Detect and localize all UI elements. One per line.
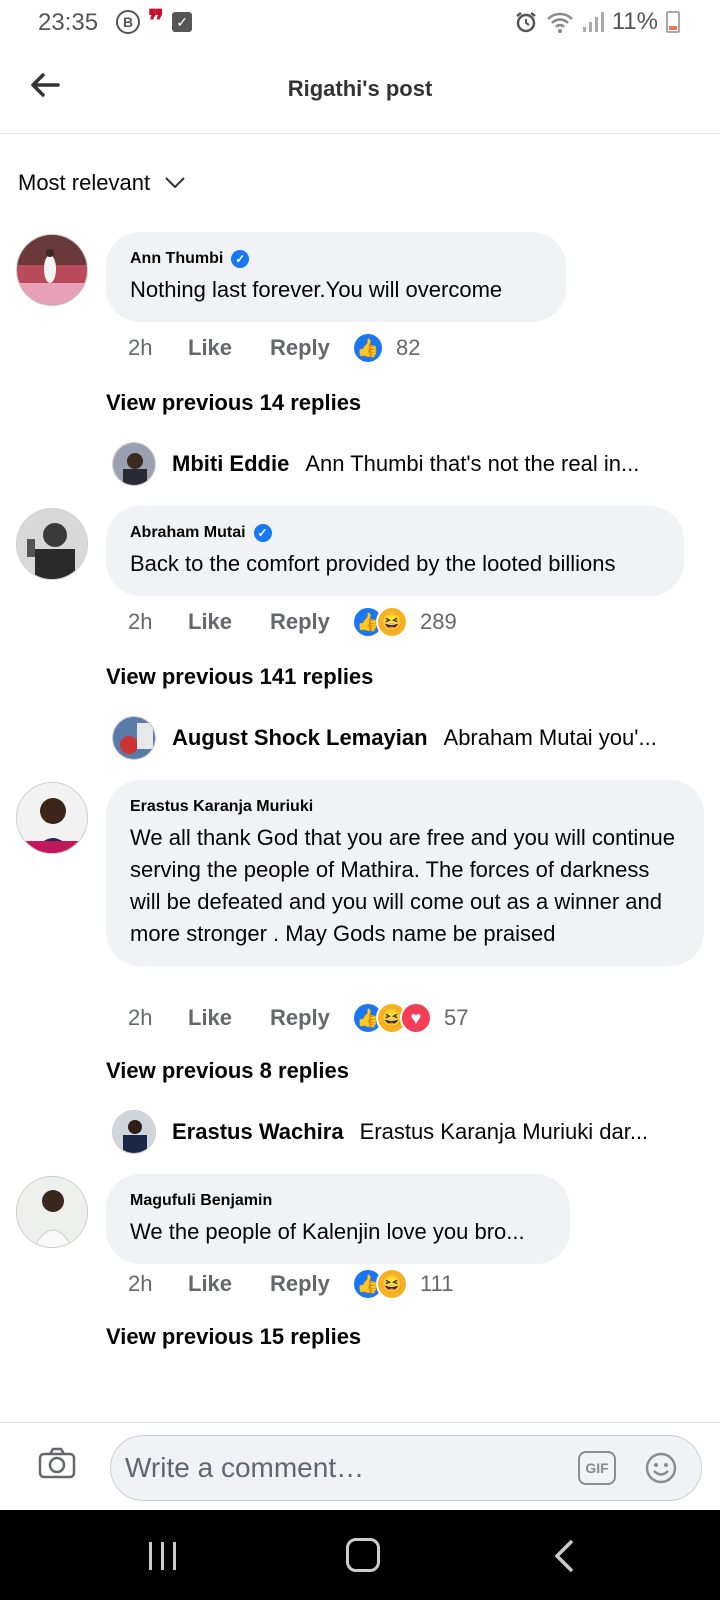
comment-author[interactable]: Abraham Mutai ✓ <box>130 524 662 542</box>
avatar[interactable] <box>16 1176 88 1248</box>
comment-bubble[interactable]: Erastus Karanja Muriuki We all thank God… <box>106 780 704 966</box>
haha-reaction-icon: 😆 <box>376 606 408 638</box>
status-bar: 23:35 B ❞ ✓ 11% <box>0 0 720 46</box>
reply-button[interactable]: Reply <box>270 609 352 635</box>
love-reaction-icon: ♥ <box>400 1002 432 1034</box>
reply-preview[interactable]: August Shock Lemayian Abraham Mutai you'… <box>112 716 672 760</box>
reply-author: Mbiti Eddie <box>172 451 290 476</box>
reply-preview[interactable]: Erastus Wachira Erastus Karanja Muriuki … <box>112 1110 672 1154</box>
status-time: 23:35 <box>38 9 99 36</box>
comment-author[interactable]: Ann Thumbi ✓ <box>130 250 544 268</box>
like-button[interactable]: Like <box>188 609 270 635</box>
reply-button[interactable]: Reply <box>270 1271 352 1297</box>
comment-author[interactable]: Magufuli Benjamin <box>130 1192 548 1210</box>
reaction-count: 82 <box>396 335 421 360</box>
comment-text: Nothing last forever.You will overcome <box>130 277 503 302</box>
reaction-count: 111 <box>420 1271 454 1296</box>
reply-text: Ann Thumbi that's not the real in... <box>305 451 640 476</box>
haha-reaction-icon: 😆 <box>376 1268 408 1300</box>
recent-apps-icon[interactable] <box>146 1540 180 1572</box>
like-button[interactable]: Like <box>188 1271 270 1297</box>
comment-bubble[interactable]: Abraham Mutai ✓ Back to the comfort prov… <box>106 506 684 596</box>
comment-time[interactable]: 2h <box>128 1271 188 1297</box>
comment-bubble[interactable]: Magufuli Benjamin We the people of Kalen… <box>106 1174 570 1264</box>
avatar[interactable] <box>16 508 88 580</box>
reactions-summary[interactable]: 👍 82 <box>352 332 420 364</box>
reply-preview[interactable]: Mbiti Eddie Ann Thumbi that's not the re… <box>112 442 672 486</box>
notification-icons: B ❞ ✓ <box>116 4 193 39</box>
camera-icon[interactable] <box>38 1447 76 1479</box>
reactions-summary[interactable]: 👍 😆 111 <box>352 1268 453 1300</box>
battery-percent: 11% <box>611 8 658 35</box>
emoji-icon[interactable] <box>644 1451 678 1485</box>
reply-text: Erastus Karanja Muriuki dar... <box>359 1119 649 1144</box>
alarm-icon <box>515 12 536 33</box>
comment-actions: 2h Like Reply 👍 82 <box>128 332 420 364</box>
verified-badge-icon: ✓ <box>253 524 272 542</box>
avatar[interactable] <box>16 782 88 854</box>
gif-button[interactable]: GIF <box>578 1451 616 1485</box>
quote-notification-icon: ❞ <box>148 4 165 39</box>
battery-icon <box>666 11 680 33</box>
avatar[interactable] <box>112 442 156 486</box>
comment-actions: 2h Like Reply 👍 😆 289 <box>128 606 457 638</box>
nav-back-icon[interactable] <box>552 1538 576 1574</box>
verified-badge-icon: ✓ <box>231 250 250 268</box>
reply-text: Abraham Mutai you'... <box>443 725 657 750</box>
avatar[interactable] <box>16 234 88 306</box>
comment-time[interactable]: 2h <box>128 1005 188 1031</box>
reaction-count: 57 <box>444 1005 469 1030</box>
reply-author: August Shock Lemayian <box>172 725 428 750</box>
comment-text: Back to the comfort provided by the loot… <box>130 551 616 576</box>
view-previous-replies[interactable]: View previous 141 replies <box>106 664 373 690</box>
like-reaction-icon: 👍 <box>352 332 384 364</box>
reply-button[interactable]: Reply <box>270 335 352 361</box>
comment-time[interactable]: 2h <box>128 609 188 635</box>
signal-icon <box>582 12 604 32</box>
view-previous-replies[interactable]: View previous 8 replies <box>106 1058 349 1084</box>
reaction-count: 289 <box>420 609 457 634</box>
comment-text: We all thank God that you are free and y… <box>130 825 676 946</box>
reply-button[interactable]: Reply <box>270 1005 352 1031</box>
avatar[interactable] <box>112 1110 156 1154</box>
post-header: Rigathi's post <box>0 46 720 134</box>
reactions-summary[interactable]: 👍 😆 ♥ 57 <box>352 1002 468 1034</box>
b-notification-icon: B <box>116 10 140 34</box>
system-nav-bar <box>0 1510 720 1600</box>
comment-composer: GIF <box>0 1422 720 1510</box>
comment-text: We the people of Kalenjin love you bro..… <box>130 1219 525 1244</box>
sort-dropdown[interactable]: Most relevant <box>18 170 186 196</box>
page-title: Rigathi's post <box>287 76 433 101</box>
comment-actions: 2h Like Reply 👍 😆 111 <box>128 1268 453 1300</box>
comment-actions: 2h Like Reply 👍 😆 ♥ 57 <box>128 1002 468 1034</box>
sort-label: Most relevant <box>18 170 151 195</box>
system-icons: 11% <box>514 8 680 36</box>
checkbox-notification-icon: ✓ <box>172 12 193 32</box>
reply-author: Erastus Wachira <box>172 1119 344 1144</box>
like-button[interactable]: Like <box>188 1005 270 1031</box>
chevron-down-icon <box>165 177 185 189</box>
view-previous-replies[interactable]: View previous 15 replies <box>106 1324 361 1350</box>
wifi-icon <box>546 12 573 33</box>
like-button[interactable]: Like <box>188 335 270 361</box>
avatar[interactable] <box>112 716 156 760</box>
comment-author[interactable]: Erastus Karanja Muriuki <box>130 798 682 816</box>
reactions-summary[interactable]: 👍 😆 289 <box>352 606 457 638</box>
comment-bubble[interactable]: Ann Thumbi ✓ Nothing last forever.You wi… <box>106 232 566 322</box>
view-previous-replies[interactable]: View previous 14 replies <box>106 390 361 416</box>
comment-time[interactable]: 2h <box>128 335 188 361</box>
home-icon[interactable] <box>346 1538 380 1572</box>
